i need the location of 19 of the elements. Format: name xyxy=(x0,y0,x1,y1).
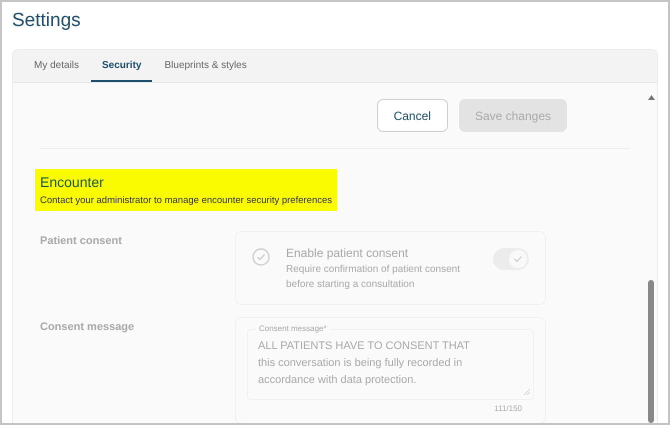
tab[interactable]: Security xyxy=(91,50,152,82)
cancel-button[interactable]: Cancel xyxy=(376,99,448,132)
tab[interactable]: My details xyxy=(23,50,90,82)
setting-title: Enable patient consent xyxy=(286,245,410,262)
field-label: Consent message* xyxy=(256,323,330,336)
check-icon xyxy=(513,254,523,264)
character-counter: 111/150 xyxy=(494,403,522,416)
tab[interactable]: Blueprints & styles xyxy=(153,50,258,82)
setting-label: Consent message xyxy=(40,320,136,336)
scroll-thumb[interactable] xyxy=(648,280,654,423)
check-circle-icon xyxy=(252,248,270,266)
section-notice: Contact your administrator to manage encounter security preferences xyxy=(40,194,332,208)
resize-handle-icon xyxy=(524,389,530,396)
setting-label: Patient consent xyxy=(40,234,123,250)
section-title: Encounter xyxy=(40,173,105,191)
field-value: ALL PATIENTS HAVE TO CONSENT THAT this conversation is being fully recorded in accordance with data protection. xyxy=(258,339,471,388)
scroll-up-icon xyxy=(648,95,654,100)
page-title: Settings xyxy=(12,9,81,33)
setting-description: Require confirmation of patient consent before starting a consultation xyxy=(286,263,461,292)
